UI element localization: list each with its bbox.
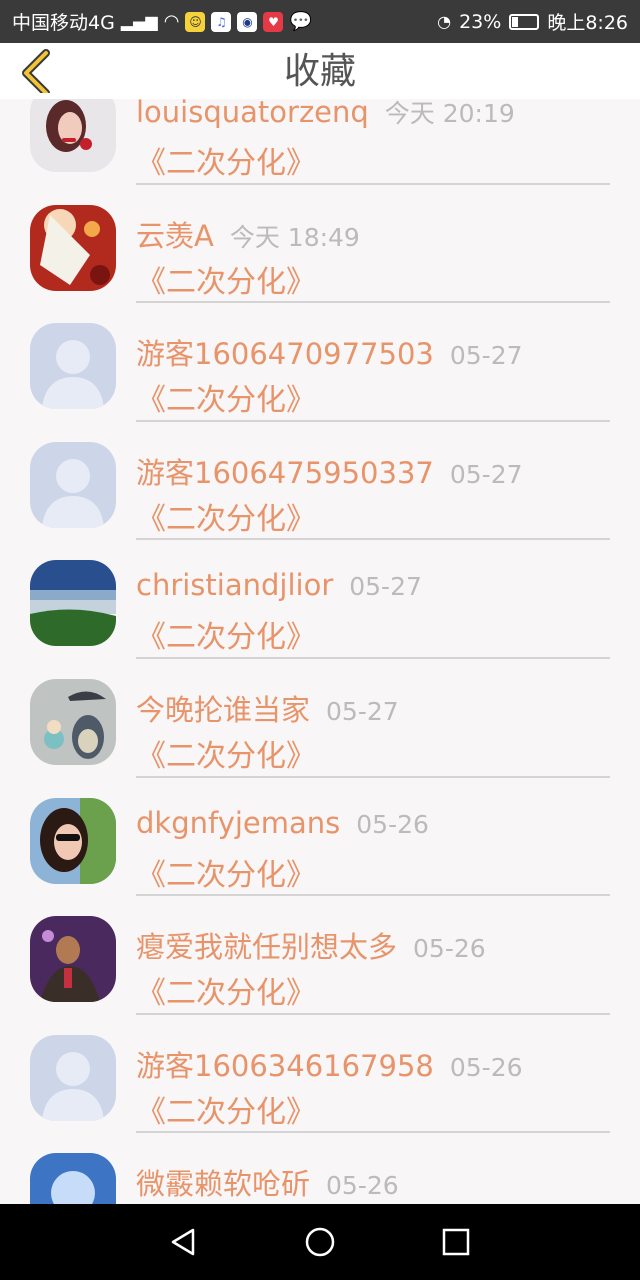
header-bar: 收藏: [0, 43, 640, 99]
avatar-image: [30, 797, 116, 884]
list-item[interactable]: christiandjlior 05-27 《二次分化》: [0, 540, 640, 659]
home-nav-icon[interactable]: [304, 1226, 336, 1258]
data-saver-icon: ◔: [437, 12, 452, 31]
book-title[interactable]: 《二次分化》: [136, 257, 316, 301]
name-row: 微霰赖软呛斫 05-26: [136, 1161, 399, 1203]
list-item[interactable]: 云羡A 今天 18:49 《二次分化》: [0, 185, 640, 304]
book-title[interactable]: 《二次分化》: [136, 612, 316, 656]
signal-icon: ▂▄▆: [120, 12, 158, 31]
music-notification-icon: ♫: [211, 11, 232, 32]
list-item[interactable]: 游客1606346167958 05-26 《二次分化》: [0, 1015, 640, 1134]
clock: 晚上8:26: [547, 12, 628, 34]
book-title[interactable]: 《二次分化》: [136, 968, 316, 1012]
avatar-image: [30, 1153, 116, 1204]
avatar[interactable]: [30, 560, 116, 647]
list-item[interactable]: 游客1606475950337 05-27 《二次分化》: [0, 422, 640, 541]
navigation-bar: [0, 1204, 640, 1280]
heart-notification-icon: ♥: [263, 11, 284, 32]
battery-percent: 23%: [459, 10, 502, 33]
avatar-image: [30, 678, 116, 765]
back-nav-icon[interactable]: [167, 1226, 199, 1258]
avatar-image: [30, 204, 116, 291]
timestamp: 05-26: [356, 809, 429, 839]
user-name[interactable]: christiandjlior: [136, 568, 333, 602]
timestamp: 05-27: [349, 572, 422, 602]
name-row: 游客1606470977503 05-27: [136, 331, 523, 373]
avatar[interactable]: [30, 797, 116, 884]
book-title[interactable]: 《二次分化》: [136, 375, 316, 419]
avatar[interactable]: [30, 678, 116, 765]
name-row: dkgnfyjemans 05-26: [136, 806, 429, 840]
browser-notification-icon: ◉: [237, 11, 258, 32]
timestamp: 05-27: [326, 696, 399, 726]
book-title[interactable]: 《二次分化》: [136, 1087, 316, 1131]
app-notification-icon: ☺: [185, 11, 206, 32]
recents-nav-icon[interactable]: [440, 1226, 472, 1258]
avatar[interactable]: [30, 204, 116, 291]
list-item[interactable]: 游客1606470977503 05-27 《二次分化》: [0, 303, 640, 422]
timestamp: 05-26: [449, 1052, 523, 1082]
name-row: 游客1606475950337 05-27: [136, 450, 523, 492]
list-item[interactable]: louisquatorzenq 今天 20:19 《二次分化》: [0, 99, 640, 185]
timestamp: 05-26: [413, 934, 486, 964]
timestamp: 05-27: [449, 459, 523, 489]
default-avatar-icon: [30, 323, 116, 410]
user-name[interactable]: 游客1606470977503: [136, 337, 434, 371]
battery-icon: [509, 13, 540, 30]
avatar[interactable]: [30, 99, 116, 172]
name-row: 今晚抡谁当家 05-27: [136, 687, 399, 729]
wifi-icon: ◠: [163, 11, 180, 32]
user-name[interactable]: 游客1606346167958: [136, 1049, 434, 1083]
user-name[interactable]: 瘪爱我就任别想太多: [136, 930, 397, 964]
avatar[interactable]: [30, 916, 116, 1003]
timestamp: 今天 18:49: [229, 222, 360, 252]
timestamp: 05-26: [326, 1171, 399, 1201]
timestamp: 05-27: [449, 341, 523, 371]
message-icon: 💬: [289, 11, 312, 32]
book-title[interactable]: 《二次分化》: [136, 138, 316, 182]
user-name[interactable]: 微霰赖软呛斫: [136, 1167, 310, 1201]
favorites-list[interactable]: louisquatorzenq 今天 20:19 《二次分化》 云羡A 今天 18:49…: [0, 99, 640, 1204]
user-name[interactable]: 游客1606475950337: [136, 456, 434, 490]
page-title: 收藏: [283, 51, 356, 92]
name-row: louisquatorzenq 今天 20:19: [136, 99, 515, 130]
avatar-image: [30, 560, 116, 647]
carrier-label: 中国移动4G: [12, 12, 115, 34]
avatar[interactable]: [30, 1034, 116, 1121]
avatar[interactable]: [30, 1153, 116, 1204]
avatar[interactable]: [30, 323, 116, 410]
list-item[interactable]: 瘪爱我就任别想太多 05-26 《二次分化》: [0, 896, 640, 1015]
list-item[interactable]: 今晚抡谁当家 05-27 《二次分化》: [0, 659, 640, 778]
name-row: 瘪爱我就任别想太多 05-26: [136, 924, 486, 966]
book-title[interactable]: 《二次分化》: [136, 731, 316, 775]
book-title[interactable]: 《二次分化》: [136, 494, 316, 538]
book-title[interactable]: 《二次分化》: [136, 850, 316, 894]
name-row: 游客1606346167958 05-26: [136, 1043, 523, 1085]
avatar-image: [30, 916, 116, 1003]
list-item[interactable]: 微霰赖软呛斫05-26《二次分化》: [0, 1133, 640, 1204]
user-name[interactable]: dkgnfyjemans: [136, 806, 340, 840]
list-item[interactable]: dkgnfyjemans 05-26 《二次分化》: [0, 778, 640, 897]
status-bar: 中国移动4G ▂▄▆ ◠ ☺ ♫ ◉ ♥ 💬 ◔ 23% 晚上8:26: [0, 0, 640, 43]
avatar[interactable]: [30, 441, 116, 528]
user-name[interactable]: 云羡A: [136, 219, 214, 253]
default-avatar-icon: [30, 441, 116, 528]
name-row: christiandjlior 05-27: [136, 568, 422, 602]
user-name[interactable]: louisquatorzenq: [136, 99, 369, 129]
name-row: 云羡A 今天 18:49: [136, 213, 360, 255]
timestamp: 今天 20:19: [384, 99, 515, 128]
avatar-image: [30, 99, 116, 172]
default-avatar-icon: [30, 1034, 116, 1121]
user-name[interactable]: 今晚抡谁当家: [136, 693, 310, 727]
